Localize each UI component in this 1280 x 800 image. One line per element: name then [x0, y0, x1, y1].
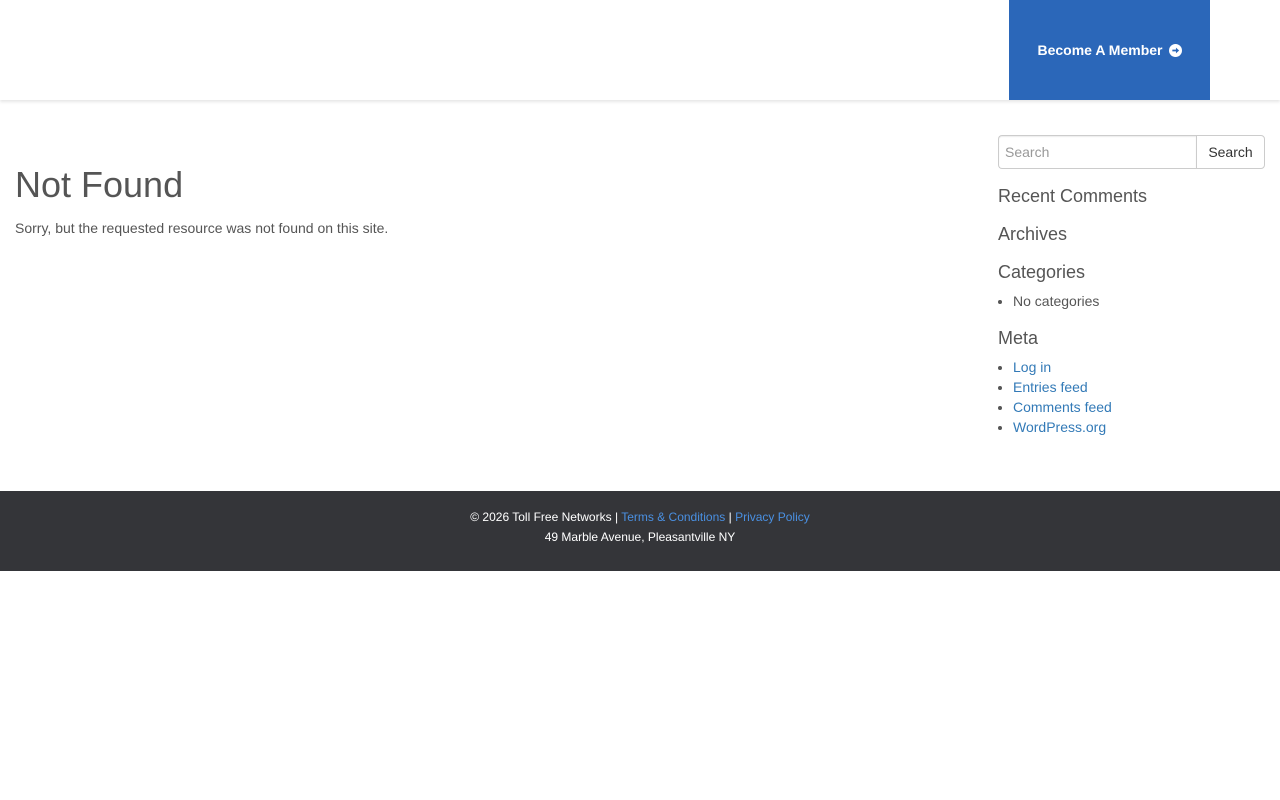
footer-separator: |: [614, 510, 619, 524]
become-member-label: Become A Member: [1037, 42, 1163, 58]
recent-comments-title: Recent Comments: [998, 186, 1148, 206]
categories-title: Categories: [998, 262, 1086, 282]
meta-list: Log in Entries feed Comments feed WordPr…: [998, 357, 1265, 437]
arrow-circle-right-icon: [1168, 43, 1182, 57]
categories-list: No categories: [998, 291, 1265, 311]
copyright-text: © 2026 Toll Free Networks: [470, 510, 612, 524]
wordpress-org-link[interactable]: WordPress.org: [1013, 419, 1106, 435]
footer-address: 49 Marble Avenue, Pleasantville NY: [544, 530, 736, 544]
site-footer: © 2026 Toll Free Networks | Terms & Cond…: [0, 491, 1280, 571]
list-item: No categories: [1013, 291, 1265, 311]
list-item: Log in: [1013, 357, 1265, 377]
search-button[interactable]: Search: [1196, 135, 1265, 169]
search-form: Search: [998, 135, 1265, 169]
list-item: Comments feed: [1013, 397, 1265, 417]
list-item: Entries feed: [1013, 377, 1265, 397]
comments-feed-link[interactable]: Comments feed: [1013, 399, 1112, 415]
log-in-link[interactable]: Log in: [1013, 359, 1051, 375]
privacy-link[interactable]: Privacy Policy: [735, 510, 810, 524]
meta-title: Meta: [998, 328, 1039, 348]
search-input[interactable]: [998, 135, 1196, 169]
footer-separator: |: [728, 510, 732, 524]
not-found-message: Sorry, but the requested resource was no…: [15, 220, 389, 236]
sidebar: Search Recent Comments Archives Categori…: [998, 135, 1265, 437]
become-member-button[interactable]: Become A Member: [1009, 0, 1210, 100]
site-header: Become A Member: [0, 0, 1280, 100]
footer-line: © 2026 Toll Free Networks | Terms & Cond…: [0, 510, 1280, 524]
page-title: Not Found: [15, 164, 184, 205]
list-item: WordPress.org: [1013, 417, 1265, 437]
terms-link[interactable]: Terms & Conditions: [621, 510, 725, 524]
archives-title: Archives: [998, 224, 1068, 244]
main-content: Not Found Sorry, but the requested resou…: [15, 164, 955, 238]
entries-feed-link[interactable]: Entries feed: [1013, 379, 1088, 395]
